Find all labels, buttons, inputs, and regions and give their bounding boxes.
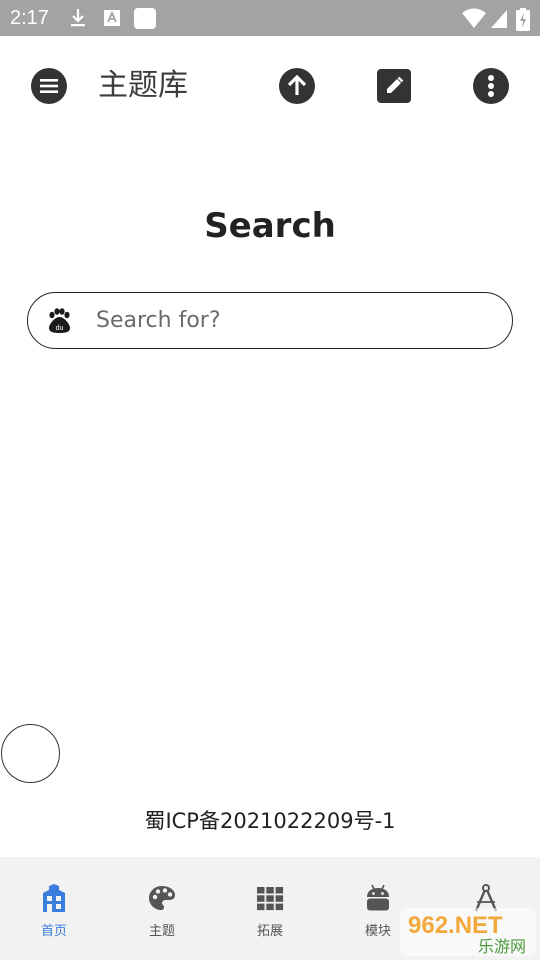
nav-label: 主题 [148, 924, 175, 939]
watermark-top-text: 962.NET [408, 912, 503, 939]
nav-label: 拓展 [256, 924, 283, 939]
app-square-icon [134, 8, 156, 29]
icp-record-text[interactable]: 蜀ICP备2021022209号-1 [0, 805, 540, 835]
floating-action-circle[interactable] [1, 724, 60, 783]
wifi-icon [462, 8, 486, 28]
search-heading: Search [204, 206, 336, 246]
signal-icon [491, 10, 507, 28]
download-icon [71, 9, 85, 27]
svg-text:du: du [56, 325, 64, 332]
watermark-bottom-text: 乐游网 [478, 937, 526, 956]
baidu-paw-icon[interactable]: du [46, 308, 72, 334]
app-bar: 主题库 [0, 36, 540, 136]
upload-icon [287, 74, 307, 95]
search-box[interactable]: du [27, 292, 513, 349]
search-input[interactable] [96, 293, 496, 347]
menu-button[interactable] [31, 68, 67, 104]
edit-button[interactable] [377, 69, 411, 103]
watermark-logo: 962.NET 乐游网 [400, 908, 536, 956]
android-icon [367, 884, 389, 911]
nav-item-home[interactable]: 首页 [0, 857, 108, 960]
more-options-button[interactable] [473, 68, 509, 104]
nav-label: 首页 [40, 924, 67, 939]
translate-icon [104, 10, 120, 26]
battery-charging-icon [516, 8, 530, 31]
nav-item-extensions[interactable]: 拓展 [216, 857, 324, 960]
edit-icon [387, 76, 404, 93]
upload-button[interactable] [279, 68, 315, 104]
more-vertical-icon [488, 75, 494, 97]
status-time: 2:17 [10, 7, 49, 29]
nav-item-themes[interactable]: 主题 [108, 857, 216, 960]
page-title: 主题库 [98, 68, 188, 103]
palette-icon [149, 886, 175, 910]
grid-icon [257, 887, 284, 911]
menu-icon [40, 79, 58, 93]
status-bar: 2:17 [0, 0, 540, 36]
building-icon [43, 884, 65, 912]
